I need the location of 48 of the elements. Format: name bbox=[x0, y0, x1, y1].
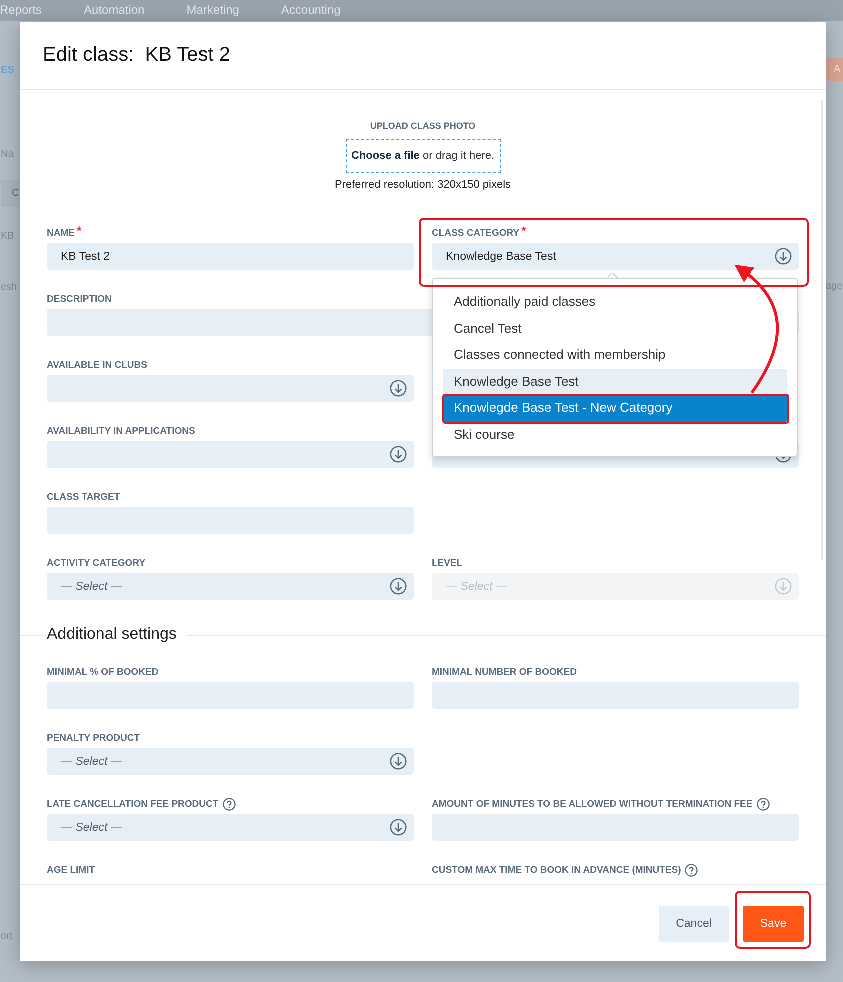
required-mark: * bbox=[76, 224, 82, 238]
dropdown-option[interactable]: Knowledge Base Test bbox=[443, 368, 787, 395]
help-icon[interactable] bbox=[756, 798, 770, 811]
select-field[interactable] bbox=[47, 441, 414, 468]
field-label: LEVEL bbox=[432, 558, 463, 569]
field-label: CUSTOM MAX TIME TO BOOK IN ADVANCE (MINUTES) bbox=[432, 865, 682, 876]
required-mark: * bbox=[522, 224, 526, 238]
background-text: A bbox=[826, 58, 843, 81]
field-label: NAME bbox=[47, 228, 75, 239]
field-label: MINIMAL % OF BOOKED bbox=[47, 667, 159, 678]
dropdown-menu[interactable]: Additionally paid classes Cancel Test Classes connected with membership Knowledge Base Test Knowlegde Base Test - New Category Ski course bbox=[432, 278, 798, 457]
field-label: ACTIVITY CATEGORY bbox=[47, 558, 146, 569]
input-field[interactable] bbox=[432, 682, 799, 709]
select-field[interactable]: — Select — bbox=[47, 573, 414, 600]
resolution-hint: Preferred resolution: 320x150 pixels bbox=[334, 179, 512, 191]
file-dropzone[interactable]: Choose a file or drag it here. bbox=[346, 139, 500, 173]
field-label: MINIMAL NUMBER OF BOOKED bbox=[432, 667, 577, 678]
select-field[interactable]: Knowledge Base Test bbox=[432, 243, 799, 270]
input-field[interactable] bbox=[432, 814, 799, 841]
dialog-title: Edit class: KB Test 2 bbox=[43, 44, 230, 67]
field-label: AVAILABLE IN CLUBS bbox=[47, 360, 148, 371]
input-field[interactable]: KB Test 2 bbox=[47, 243, 414, 270]
section-title: Additional settings bbox=[47, 626, 178, 644]
field-label: AVAILABILITY IN APPLICATIONS bbox=[47, 426, 196, 437]
field-label: CLASS CATEGORY bbox=[432, 228, 520, 239]
select-field[interactable]: — Select — bbox=[47, 814, 414, 841]
field-label: DESCRIPTION bbox=[47, 294, 112, 305]
field-label: AGE LIMIT bbox=[47, 865, 96, 876]
dropdown-option[interactable]: Additionally paid classes bbox=[443, 289, 787, 316]
field-label: PENALTY PRODUCT bbox=[47, 733, 140, 744]
cancel-button[interactable]: Cancel bbox=[659, 906, 729, 942]
select-field[interactable]: — Select — bbox=[47, 748, 414, 775]
input-field[interactable] bbox=[47, 682, 414, 709]
field-label: LATE CANCELLATION FEE PRODUCT bbox=[47, 799, 219, 810]
background-text: ES bbox=[1, 65, 16, 76]
dropdown-option[interactable]: Ski course bbox=[443, 422, 787, 448]
upload-label: UPLOAD CLASS PHOTO bbox=[370, 121, 476, 131]
help-icon[interactable] bbox=[222, 798, 236, 811]
save-button[interactable]: Save bbox=[743, 906, 804, 942]
dropdown-option[interactable]: Cancel Test bbox=[443, 316, 787, 342]
dropdown-option[interactable]: Classes connected with membership bbox=[443, 342, 787, 368]
field-label: AMOUNT OF MINUTES TO BE ALLOWED WITHOUT TERMINATION FEE bbox=[432, 799, 753, 810]
dropdown-option[interactable]: Knowlegde Base Test - New Category bbox=[443, 395, 787, 422]
select-field[interactable] bbox=[47, 375, 414, 402]
help-icon[interactable] bbox=[685, 864, 698, 877]
background-text: C bbox=[1, 180, 20, 207]
input-field[interactable] bbox=[47, 507, 414, 534]
field-label: CLASS TARGET bbox=[47, 492, 120, 503]
